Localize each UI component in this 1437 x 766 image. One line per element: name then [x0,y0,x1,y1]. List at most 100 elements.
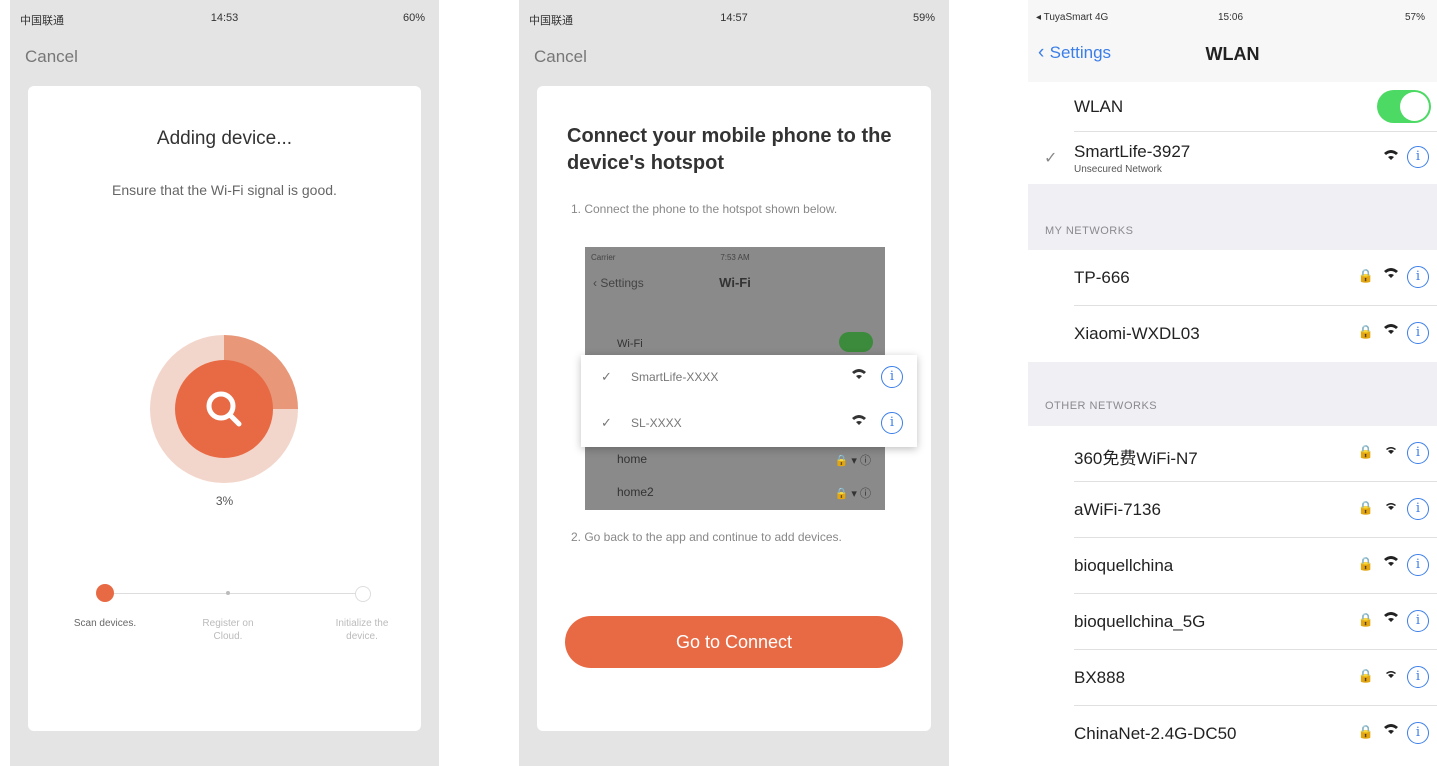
network-row[interactable]: ChinaNet-2.4G-DC50 🔒 i [1028,706,1437,762]
status-bar: ◂ TuyaSmart 4G 15:06 57% [1036,12,1425,23]
lock-icon: 🔒 [1357,556,1374,571]
check-icon: ✓ [601,369,612,384]
clock: 14:53 [210,12,239,24]
page-title: Adding device... [156,128,293,149]
network-name: BX888 [1074,668,1126,687]
wifi-icon [1383,498,1399,514]
progress-percent: 3% [215,494,234,508]
connected-network-row[interactable]: ✓ SmartLife-3927 Unsecured Network i [1028,132,1437,184]
connect-hotspot-screen: 中国联通 14:57 59% Cancel Connect your mobil… [519,0,949,766]
network-row[interactable]: aWiFi-7136 🔒 i [1028,482,1437,538]
step-track [106,593,366,594]
scan-indicator [175,360,273,458]
network-row[interactable]: BX888 🔒 i [1028,650,1437,706]
wifi-icon [1383,322,1399,338]
check-icon: ✓ [601,415,612,430]
network-name: bioquellchina_5G [1074,612,1206,631]
hotspot-name: SmartLife-XXXX [631,370,719,384]
instruction-step-1: 1. Connect the phone to the hotspot show… [571,202,838,216]
lock-icon: 🔒 [1357,500,1374,515]
mock-clock: 7:53 AM [720,253,750,262]
wifi-icon [1383,266,1399,282]
info-icon[interactable]: i [1407,146,1429,168]
mock-network-icons: 🔒 ▾ ⓘ [834,455,871,467]
page-subtitle: Ensure that the Wi-Fi signal is good. [112,182,337,198]
wlan-toggle[interactable] [1377,90,1431,123]
my-networks-list: TP-666 🔒 i Xiaomi-WXDL03 🔒 i [1028,250,1437,362]
progress-card: Adding device... Ensure that the Wi-Fi s… [28,86,421,731]
nav-bar: ◂ TuyaSmart 4G 15:06 57% ‹ Settings WLAN [1028,0,1437,82]
wlan-toggle-row: WLAN [1028,82,1437,132]
status-bar: 中国联通 14:57 59% [519,10,949,28]
step-scan-dot [96,584,114,602]
lock-icon: 🔒 [1357,268,1374,283]
wlan-settings-screen: ◂ TuyaSmart 4G 15:06 57% ‹ Settings WLAN… [1028,0,1437,766]
info-icon[interactable]: i [1407,554,1429,576]
network-row[interactable]: TP-666 🔒 i [1028,250,1437,306]
wifi-icon [1383,722,1399,738]
info-icon[interactable]: i [1407,722,1429,744]
adding-device-screen: 中国联通 14:53 60% Cancel Adding device... E… [10,0,439,766]
mock-network-icons: 🔒 ▾ ⓘ [834,488,871,500]
hotspot-popup: ✓ SmartLife-XXXX i ✓ SL-XXXX i [581,355,917,447]
network-name: Xiaomi-WXDL03 [1074,324,1200,343]
info-icon[interactable]: i [1407,442,1429,464]
hotspot-row: ✓ SL-XXXX i [581,401,917,447]
mock-status-bar: Carrier 7:53 AM [591,253,879,262]
clock: 15:06 [1217,12,1244,23]
info-icon: i [881,412,903,434]
status-bar: 中国联通 14:53 60% [10,10,439,28]
hotspot-row: ✓ SmartLife-XXXX i [581,355,917,401]
info-icon: i [881,366,903,388]
mock-wifi-toggle [839,332,873,352]
wifi-icon [1383,442,1399,458]
network-row[interactable]: Xiaomi-WXDL03 🔒 i [1028,306,1437,362]
lock-icon: 🔒 [1357,612,1374,627]
lock-icon: 🔒 [1357,324,1374,339]
other-networks-header: OTHER NETWORKS [1045,400,1158,412]
go-to-connect-button[interactable]: Go to Connect [565,616,903,668]
instruction-step-2: 2. Go back to the app and continue to ad… [571,530,842,544]
mock-title: Wi-Fi [719,275,751,290]
info-icon[interactable]: i [1407,266,1429,288]
info-icon[interactable]: i [1407,666,1429,688]
search-icon [206,391,242,427]
cancel-button[interactable]: Cancel [534,47,587,67]
battery: 59% [912,12,935,24]
wifi-icon [1383,554,1399,570]
info-icon[interactable]: i [1407,322,1429,344]
instructions-card: Connect your mobile phone to the device'… [537,86,931,731]
wlan-group: WLAN ✓ SmartLife-3927 Unsecured Network … [1028,82,1437,184]
lock-icon: 🔒 [1357,724,1374,739]
network-row[interactable]: bioquellchina 🔒 i [1028,538,1437,594]
network-name: ChinaNet-2.4G-DC50 [1074,724,1237,743]
my-networks-header: MY NETWORKS [1045,225,1134,237]
page-title: WLAN [1205,44,1260,64]
network-name: 360免费WiFi-N7 [1074,449,1198,468]
step-initialize-label: Initialize the device. [335,618,389,642]
other-networks-list: 360免费WiFi-N7 🔒 i aWiFi-7136 🔒 i bioquell… [1028,426,1437,766]
network-row[interactable]: 360免费WiFi-N7 🔒 i [1028,426,1437,482]
wifi-icon [1383,148,1399,164]
connected-network-name: SmartLife-3927 [1074,142,1191,161]
clock: 14:57 [720,12,748,24]
wlan-label: WLAN [1074,97,1124,116]
network-name: TP-666 [1074,268,1130,287]
mock-network-row: home2 [617,485,654,499]
mock-wifi-label: Wi-Fi [617,338,643,350]
battery: 60% [402,12,425,24]
info-icon[interactable]: i [1407,610,1429,632]
battery: 57% [1404,12,1425,23]
network-row[interactable]: bioquellchina_5G 🔒 i [1028,594,1437,650]
info-icon[interactable]: i [1407,498,1429,520]
wifi-icon [1383,610,1399,626]
network-name: aWiFi-7136 [1074,500,1161,519]
mock-network-row: home [617,452,648,466]
network-name: bioquellchina [1074,556,1174,575]
lock-icon: 🔒 [1357,668,1374,683]
step-register-label: Register on Cloud. [202,618,254,642]
page-title: Connect your mobile phone to the device'… [567,125,892,174]
step-scan-label: Scan devices. [73,618,137,629]
wifi-icon [1383,666,1399,682]
cancel-button[interactable]: Cancel [25,47,78,67]
